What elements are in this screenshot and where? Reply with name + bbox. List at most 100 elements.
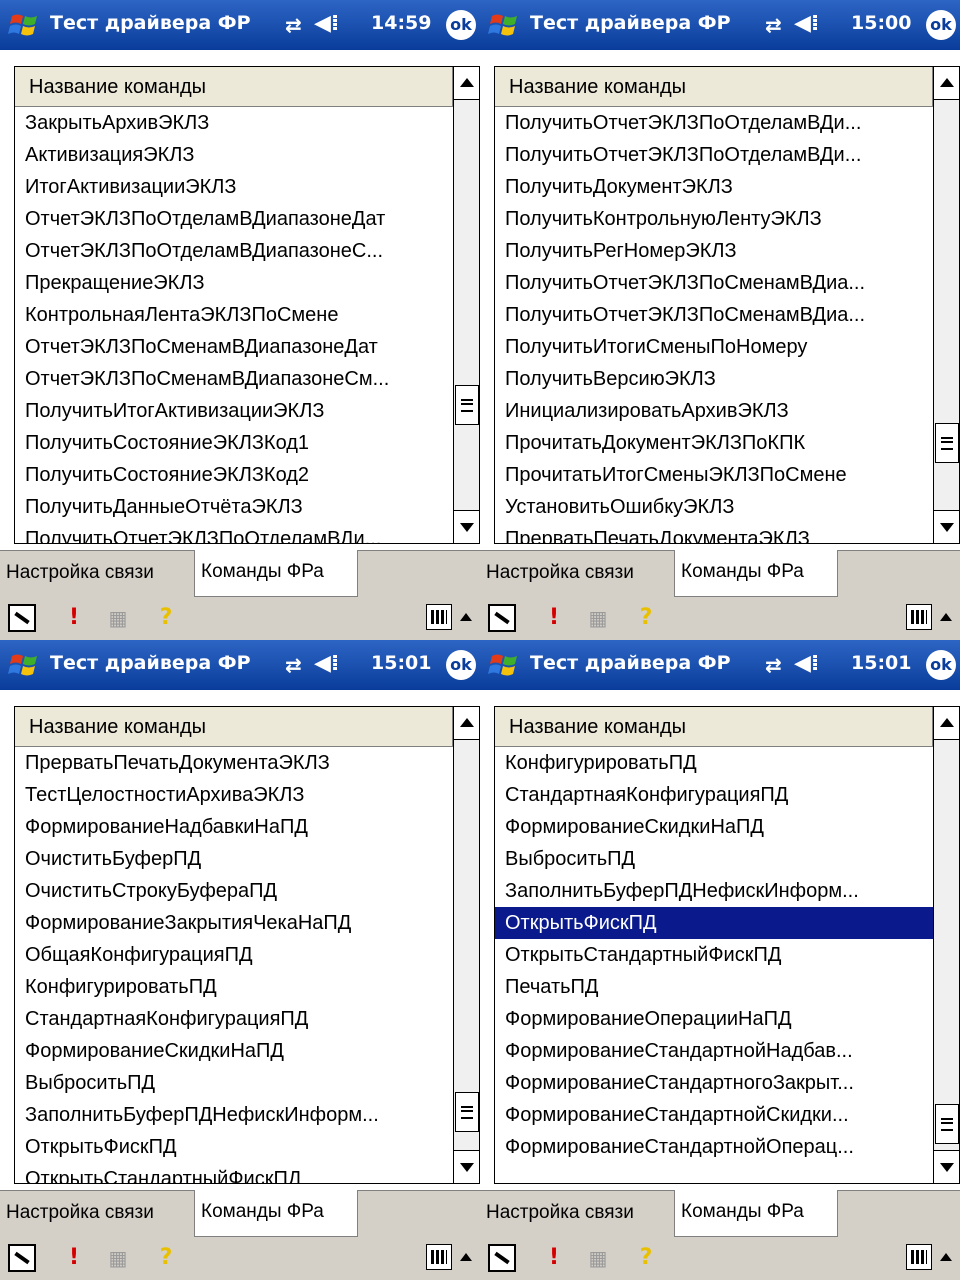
list-item[interactable]: ВыброситьПД xyxy=(15,1067,453,1099)
list-item[interactable]: ПрекращениеЭКЛЗ xyxy=(15,267,453,299)
vertical-scrollbar[interactable] xyxy=(933,67,959,543)
list-item[interactable]: КонфигурироватьПД xyxy=(15,971,453,1003)
list-item[interactable]: ПолучитьДанныеОтчётаЭКЛЗ xyxy=(15,491,453,523)
list-item[interactable]: ПолучитьОтчетЭКЛЗПоСменамВДиа... xyxy=(495,267,933,299)
list-item[interactable]: ОткрытьФискПД xyxy=(15,1131,453,1163)
sip-up-icon[interactable] xyxy=(456,1244,476,1272)
column-header[interactable]: Название команды xyxy=(15,67,453,107)
list-item[interactable]: ОткрытьСтандартныйФискПД xyxy=(15,1163,453,1183)
list-item[interactable]: ПолучитьВерсиюЭКЛЗ xyxy=(495,363,933,395)
list-item[interactable]: ЗаполнитьБуферПДНефискИнформ... xyxy=(495,875,933,907)
keyboard-icon[interactable] xyxy=(906,1244,932,1270)
alert-icon[interactable]: ! xyxy=(540,1244,568,1272)
list-item[interactable]: ПолучитьРегНомерЭКЛЗ xyxy=(495,235,933,267)
network-icon[interactable]: ▦ xyxy=(104,1244,132,1272)
column-header[interactable]: Название команды xyxy=(15,707,453,747)
command-list[interactable]: Название команды ПрерватьПечатьДокумента… xyxy=(14,706,480,1184)
list-item[interactable]: ФормированиеСкидкиНаПД xyxy=(15,1035,453,1067)
list-item[interactable]: ФормированиеСтандартногоЗакрыт... xyxy=(495,1067,933,1099)
list-item[interactable]: ФормированиеНадбавкиНаПД xyxy=(15,811,453,843)
list-item[interactable]: ПолучитьСостояниеЭКЛЗКод2 xyxy=(15,459,453,491)
list-item[interactable]: ФормированиеЗакрытияЧекаНаПД xyxy=(15,907,453,939)
tab-connection-settings[interactable]: Настройка связи xyxy=(480,1191,674,1235)
clock[interactable]: 14:59 xyxy=(371,12,431,34)
list-item[interactable]: ВыброситьПД xyxy=(495,843,933,875)
list-item[interactable]: ОбщаяКонфигурацияПД xyxy=(15,939,453,971)
list-item[interactable]: ФормированиеСтандартнойСкидки... xyxy=(495,1099,933,1131)
speaker-icon[interactable]: ◀⁞ xyxy=(794,651,819,676)
list-item[interactable]: ПрерватьПечатьДокументаЭКЛЗ xyxy=(495,523,933,543)
list-item[interactable]: ПолучитьИтогАктивизацииЭКЛЗ xyxy=(15,395,453,427)
alert-icon[interactable]: ! xyxy=(60,604,88,632)
list-item[interactable]: ФормированиеСтандартнойОперац... xyxy=(495,1131,933,1163)
scroll-thumb[interactable] xyxy=(455,1092,479,1132)
list-item[interactable]: ПолучитьОтчетЭКЛЗПоОтделамВДи... xyxy=(495,107,933,139)
command-list[interactable]: Название команды КонфигурироватьПД Станда… xyxy=(494,706,960,1184)
list-item[interactable]: ИтогАктивизацииЭКЛЗ xyxy=(15,171,453,203)
tab-connection-settings[interactable]: Настройка связи xyxy=(0,1191,194,1235)
connectivity-icon[interactable]: ⇄ xyxy=(765,653,782,677)
list-item[interactable]: ПечатьПД xyxy=(495,971,933,1003)
network-icon[interactable]: ▦ xyxy=(584,604,612,632)
windows-start-icon[interactable] xyxy=(488,650,522,680)
command-list[interactable]: Название команды ЗакрытьАрхивЭКЛЗ Активиз… xyxy=(14,66,480,544)
list-item[interactable]: ОтчетЭКЛЗПоСменамВДиапазонеСм... xyxy=(15,363,453,395)
list-item-selected[interactable]: ОткрытьФискПД xyxy=(495,907,933,939)
scroll-down-icon[interactable] xyxy=(454,510,479,543)
command-list[interactable]: Название команды ПолучитьОтчетЭКЛЗПоОтде… xyxy=(494,66,960,544)
tool-icon[interactable] xyxy=(488,1244,516,1272)
alert-icon[interactable]: ! xyxy=(60,1244,88,1272)
list-item[interactable]: КонтрольнаяЛентаЭКЛЗПоСмене xyxy=(15,299,453,331)
tab-fr-commands[interactable]: Команды ФРа xyxy=(194,1190,358,1237)
list-item[interactable]: ЗакрытьАрхивЭКЛЗ xyxy=(15,107,453,139)
scroll-down-icon[interactable] xyxy=(934,510,959,543)
scroll-up-icon[interactable] xyxy=(934,67,959,100)
list-item[interactable]: ПрочитатьИтогСменыЭКЛЗПоСмене xyxy=(495,459,933,491)
vertical-scrollbar[interactable] xyxy=(453,707,479,1183)
list-item[interactable]: СтандартнаяКонфигурацияПД xyxy=(495,779,933,811)
speaker-icon[interactable]: ◀⁞ xyxy=(314,11,339,36)
column-header[interactable]: Название команды xyxy=(495,67,933,107)
list-item[interactable]: ОчиститьБуферПД xyxy=(15,843,453,875)
list-item[interactable]: ОткрытьСтандартныйФискПД xyxy=(495,939,933,971)
list-item[interactable]: ПрочитатьДокументЭКЛЗПоКПК xyxy=(495,427,933,459)
list-item[interactable]: АктивизацияЭКЛЗ xyxy=(15,139,453,171)
speaker-icon[interactable]: ◀⁞ xyxy=(794,11,819,36)
list-item[interactable]: ФормированиеОперацииНаПД xyxy=(495,1003,933,1035)
windows-start-icon[interactable] xyxy=(8,650,42,680)
keyboard-icon[interactable] xyxy=(906,604,932,630)
list-item[interactable]: ЗаполнитьБуферПДНефискИнформ... xyxy=(15,1099,453,1131)
scroll-thumb[interactable] xyxy=(935,1104,959,1144)
list-item[interactable]: УстановитьОшибкуЭКЛЗ xyxy=(495,491,933,523)
scroll-down-icon[interactable] xyxy=(454,1150,479,1183)
tool-icon[interactable] xyxy=(488,604,516,632)
speaker-icon[interactable]: ◀⁞ xyxy=(314,651,339,676)
list-item[interactable]: ПолучитьКонтрольнуюЛентуЭКЛЗ xyxy=(495,203,933,235)
sip-up-icon[interactable] xyxy=(456,604,476,632)
list-item[interactable]: ОтчетЭКЛЗПоОтделамВДиапазонеС... xyxy=(15,235,453,267)
list-item[interactable]: ПолучитьОтчетЭКЛЗПоОтделамВДи... xyxy=(495,139,933,171)
help-icon[interactable]: ? xyxy=(632,604,660,632)
ok-icon[interactable]: ok xyxy=(926,650,956,680)
clock[interactable]: 15:01 xyxy=(371,652,431,674)
clock[interactable]: 15:01 xyxy=(851,652,911,674)
list-item[interactable]: ПолучитьИтогиСменыПоНомеру xyxy=(495,331,933,363)
ok-icon[interactable]: ok xyxy=(926,10,956,40)
scroll-thumb[interactable] xyxy=(935,423,959,463)
tab-connection-settings[interactable]: Настройка связи xyxy=(0,551,194,595)
help-icon[interactable]: ? xyxy=(632,1244,660,1272)
scroll-down-icon[interactable] xyxy=(934,1150,959,1183)
list-item[interactable]: ПолучитьСостояниеЭКЛЗКод1 xyxy=(15,427,453,459)
tab-fr-commands[interactable]: Команды ФРа xyxy=(194,550,358,597)
tab-connection-settings[interactable]: Настройка связи xyxy=(480,551,674,595)
list-item[interactable]: СтандартнаяКонфигурацияПД xyxy=(15,1003,453,1035)
list-item[interactable]: ПолучитьОтчетЭКЛЗПоОтделамВДи... xyxy=(15,523,453,543)
list-item[interactable]: ФормированиеСтандартнойНадбав... xyxy=(495,1035,933,1067)
list-item[interactable]: ОчиститьСтрокуБуфераПД xyxy=(15,875,453,907)
vertical-scrollbar[interactable] xyxy=(453,67,479,543)
help-icon[interactable]: ? xyxy=(152,1244,180,1272)
column-header[interactable]: Название команды xyxy=(495,707,933,747)
scroll-up-icon[interactable] xyxy=(454,67,479,100)
list-item[interactable]: КонфигурироватьПД xyxy=(495,747,933,779)
scroll-up-icon[interactable] xyxy=(934,707,959,740)
